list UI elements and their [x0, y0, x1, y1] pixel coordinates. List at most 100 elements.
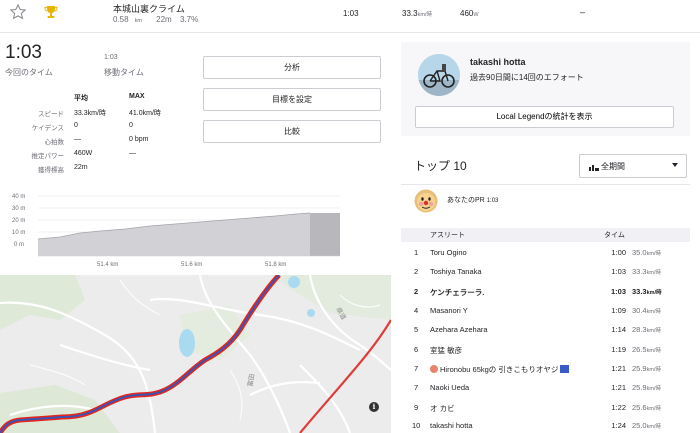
map-pond — [179, 329, 195, 357]
moving-time: 1:03 — [104, 54, 118, 61]
effort-speed: 25.6km/時 — [632, 403, 661, 412]
rank: 2 — [414, 287, 419, 296]
set-goal-button[interactable]: 目標を設定 — [203, 88, 381, 111]
rank: 6 — [414, 345, 419, 354]
rank: 10 — [412, 421, 421, 430]
pr-text: あなたのPR 1:03 — [447, 195, 498, 205]
effort-time-link[interactable]: 1:09 — [598, 306, 626, 315]
athlete-name-link[interactable]: Hironobu 65kgの 引きこもりオヤジ — [430, 364, 570, 375]
athlete-name-link[interactable]: Azehara Azehara — [430, 325, 488, 334]
speed-unit: km/時 — [646, 251, 661, 257]
effort-time-link[interactable]: 1:03 — [598, 267, 626, 276]
speed-value: 25.6 — [632, 403, 647, 412]
segment-power-value: 460 — [460, 9, 474, 18]
period-select[interactable]: 全期間 — [579, 154, 687, 178]
segment-power-unit: W — [473, 12, 479, 18]
local-legend-card: takashi hotta 過去90日間に14回のエフォート Local Leg… — [401, 42, 690, 136]
segment-stats: 0.58 km 22m 3.7% — [113, 15, 204, 24]
effort-speed: 30.4km/時 — [632, 306, 661, 315]
period-select-label: 全期間 — [601, 162, 625, 171]
rank: 1 — [414, 248, 419, 257]
map-canvas[interactable]: 県道 富田 — [0, 275, 391, 433]
stats-label: ケイデンス — [31, 125, 64, 132]
segment-map[interactable]: 県道 富田 — [0, 275, 391, 433]
speed-value: 33.3 — [632, 287, 647, 296]
effort-time-link[interactable]: 1:19 — [598, 345, 626, 354]
col-time: タイム — [604, 232, 625, 239]
speed-unit: km/時 — [646, 309, 661, 315]
chevron-down-icon — [672, 163, 678, 167]
speed-value: 30.4 — [632, 306, 647, 315]
segment-name-link[interactable]: 本城山裏クライム — [113, 2, 185, 15]
segment-header-row: 本城山裏クライム 0.58 km 22m 3.7% 1:03 33.3km/時 4… — [0, 0, 700, 30]
speed-value: 26.5 — [632, 345, 647, 354]
leaderboard-row: 7 Naoki Ueda 1:21 25.9km/時 — [401, 378, 690, 397]
segment-power: 460W — [460, 9, 479, 18]
effort-time-link[interactable]: 1:14 — [598, 325, 626, 334]
effort-speed: 35.0km/時 — [632, 248, 661, 257]
rider-avatar[interactable] — [418, 54, 460, 96]
segment-distance: 0.58 — [113, 15, 129, 24]
map-pond — [307, 309, 315, 317]
map-info-icon[interactable]: i — [369, 402, 379, 412]
elevation-profile-area — [38, 213, 310, 256]
compare-button[interactable]: 比較 — [203, 120, 381, 143]
bar-chart-icon — [589, 165, 599, 171]
map-pond — [288, 276, 300, 288]
speed-unit: km/時 — [646, 386, 661, 392]
segment-speed: 33.3km/時 — [402, 9, 432, 18]
leaderboard-row: 2 Toshiya Tanaka 1:03 33.3km/時 — [401, 262, 690, 281]
effort-time-link[interactable]: 1:21 — [598, 383, 626, 392]
star-icon[interactable] — [9, 3, 27, 21]
effort-speed: 25.0km/時 — [632, 421, 661, 430]
stats-max: 0 bpm — [129, 136, 149, 143]
athlete-name-link[interactable]: オ カビ — [430, 403, 455, 414]
effort-time-link[interactable]: 1:21 — [598, 364, 626, 373]
stats-avg: 0 — [74, 122, 78, 129]
rider-effort-count: 過去90日間に14回のエフォート — [470, 73, 584, 82]
rank: 7 — [414, 364, 419, 373]
analysis-button[interactable]: 分析 — [203, 56, 381, 79]
rank: 5 — [414, 325, 419, 334]
athlete-name-link[interactable]: Toru Ogino — [430, 248, 467, 257]
elapsed-time: 1:03 — [5, 42, 42, 63]
top10-title: トップ 10 — [414, 159, 467, 173]
rank: 2 — [414, 267, 419, 276]
athlete-name-link[interactable]: 室猛 敏彦 — [430, 345, 462, 356]
bike-photo-icon — [418, 54, 460, 96]
athlete-name-link[interactable]: Naoki Ueda — [430, 383, 469, 392]
speed-value: 25.9 — [632, 364, 647, 373]
y-tick-label: 10 m — [12, 230, 25, 236]
rider-name-link[interactable]: takashi hotta — [470, 57, 526, 67]
effort-speed: 33.3km/時 — [632, 287, 662, 296]
effort-time-link[interactable]: 1:24 — [598, 421, 626, 430]
athlete-name-link[interactable]: ケンチェラーラ. — [430, 287, 484, 298]
segment-hr-dash: – — [580, 7, 586, 17]
elevation-chart[interactable]: 40 m 30 m 20 m 10 m 0 m 51.4 km 51.6 km … — [0, 188, 345, 270]
leaderboard-row: 1 Toru Ogino 1:00 35.0km/時 — [401, 243, 690, 262]
leaderboard-row: 10 takashi hotta 1:24 25.0km/時 — [401, 416, 690, 433]
stats-max: — — [129, 150, 136, 157]
effort-time-link[interactable]: 1:22 — [598, 403, 626, 412]
local-legend-stats-button[interactable]: Local Legendの統計を表示 — [415, 106, 674, 128]
athlete-name-link[interactable]: takashi hotta — [430, 421, 473, 430]
athlete-name-link[interactable]: Masanori Y — [430, 306, 468, 315]
stats-avg: 22m — [74, 164, 88, 171]
speed-value: 35.0 — [632, 248, 647, 257]
effort-time-link[interactable]: 1:03 — [598, 287, 626, 296]
speed-unit: km/時 — [646, 270, 661, 276]
segment-speed-unit: km/時 — [417, 12, 432, 18]
segment-distance-unit: km — [134, 18, 142, 24]
stats-col-avg: 平均 — [74, 95, 88, 102]
stats-label: 獲得標高 — [38, 167, 64, 174]
stats-avg: 33.3km/時 — [74, 110, 106, 117]
elapsed-time-label: 今回のタイム — [5, 68, 53, 77]
leaderboard-row: 6 室猛 敏彦 1:19 26.5km/時 — [401, 340, 690, 359]
effort-time-link[interactable]: 1:00 — [598, 248, 626, 257]
divider — [0, 32, 700, 33]
athlete-name-link[interactable]: Toshiya Tanaka — [430, 267, 482, 276]
y-tick-label: 40 m — [12, 194, 25, 200]
effort-speed: 28.3km/時 — [632, 325, 661, 334]
segment-time: 1:03 — [343, 9, 359, 18]
stats-avg: — — [74, 136, 81, 143]
